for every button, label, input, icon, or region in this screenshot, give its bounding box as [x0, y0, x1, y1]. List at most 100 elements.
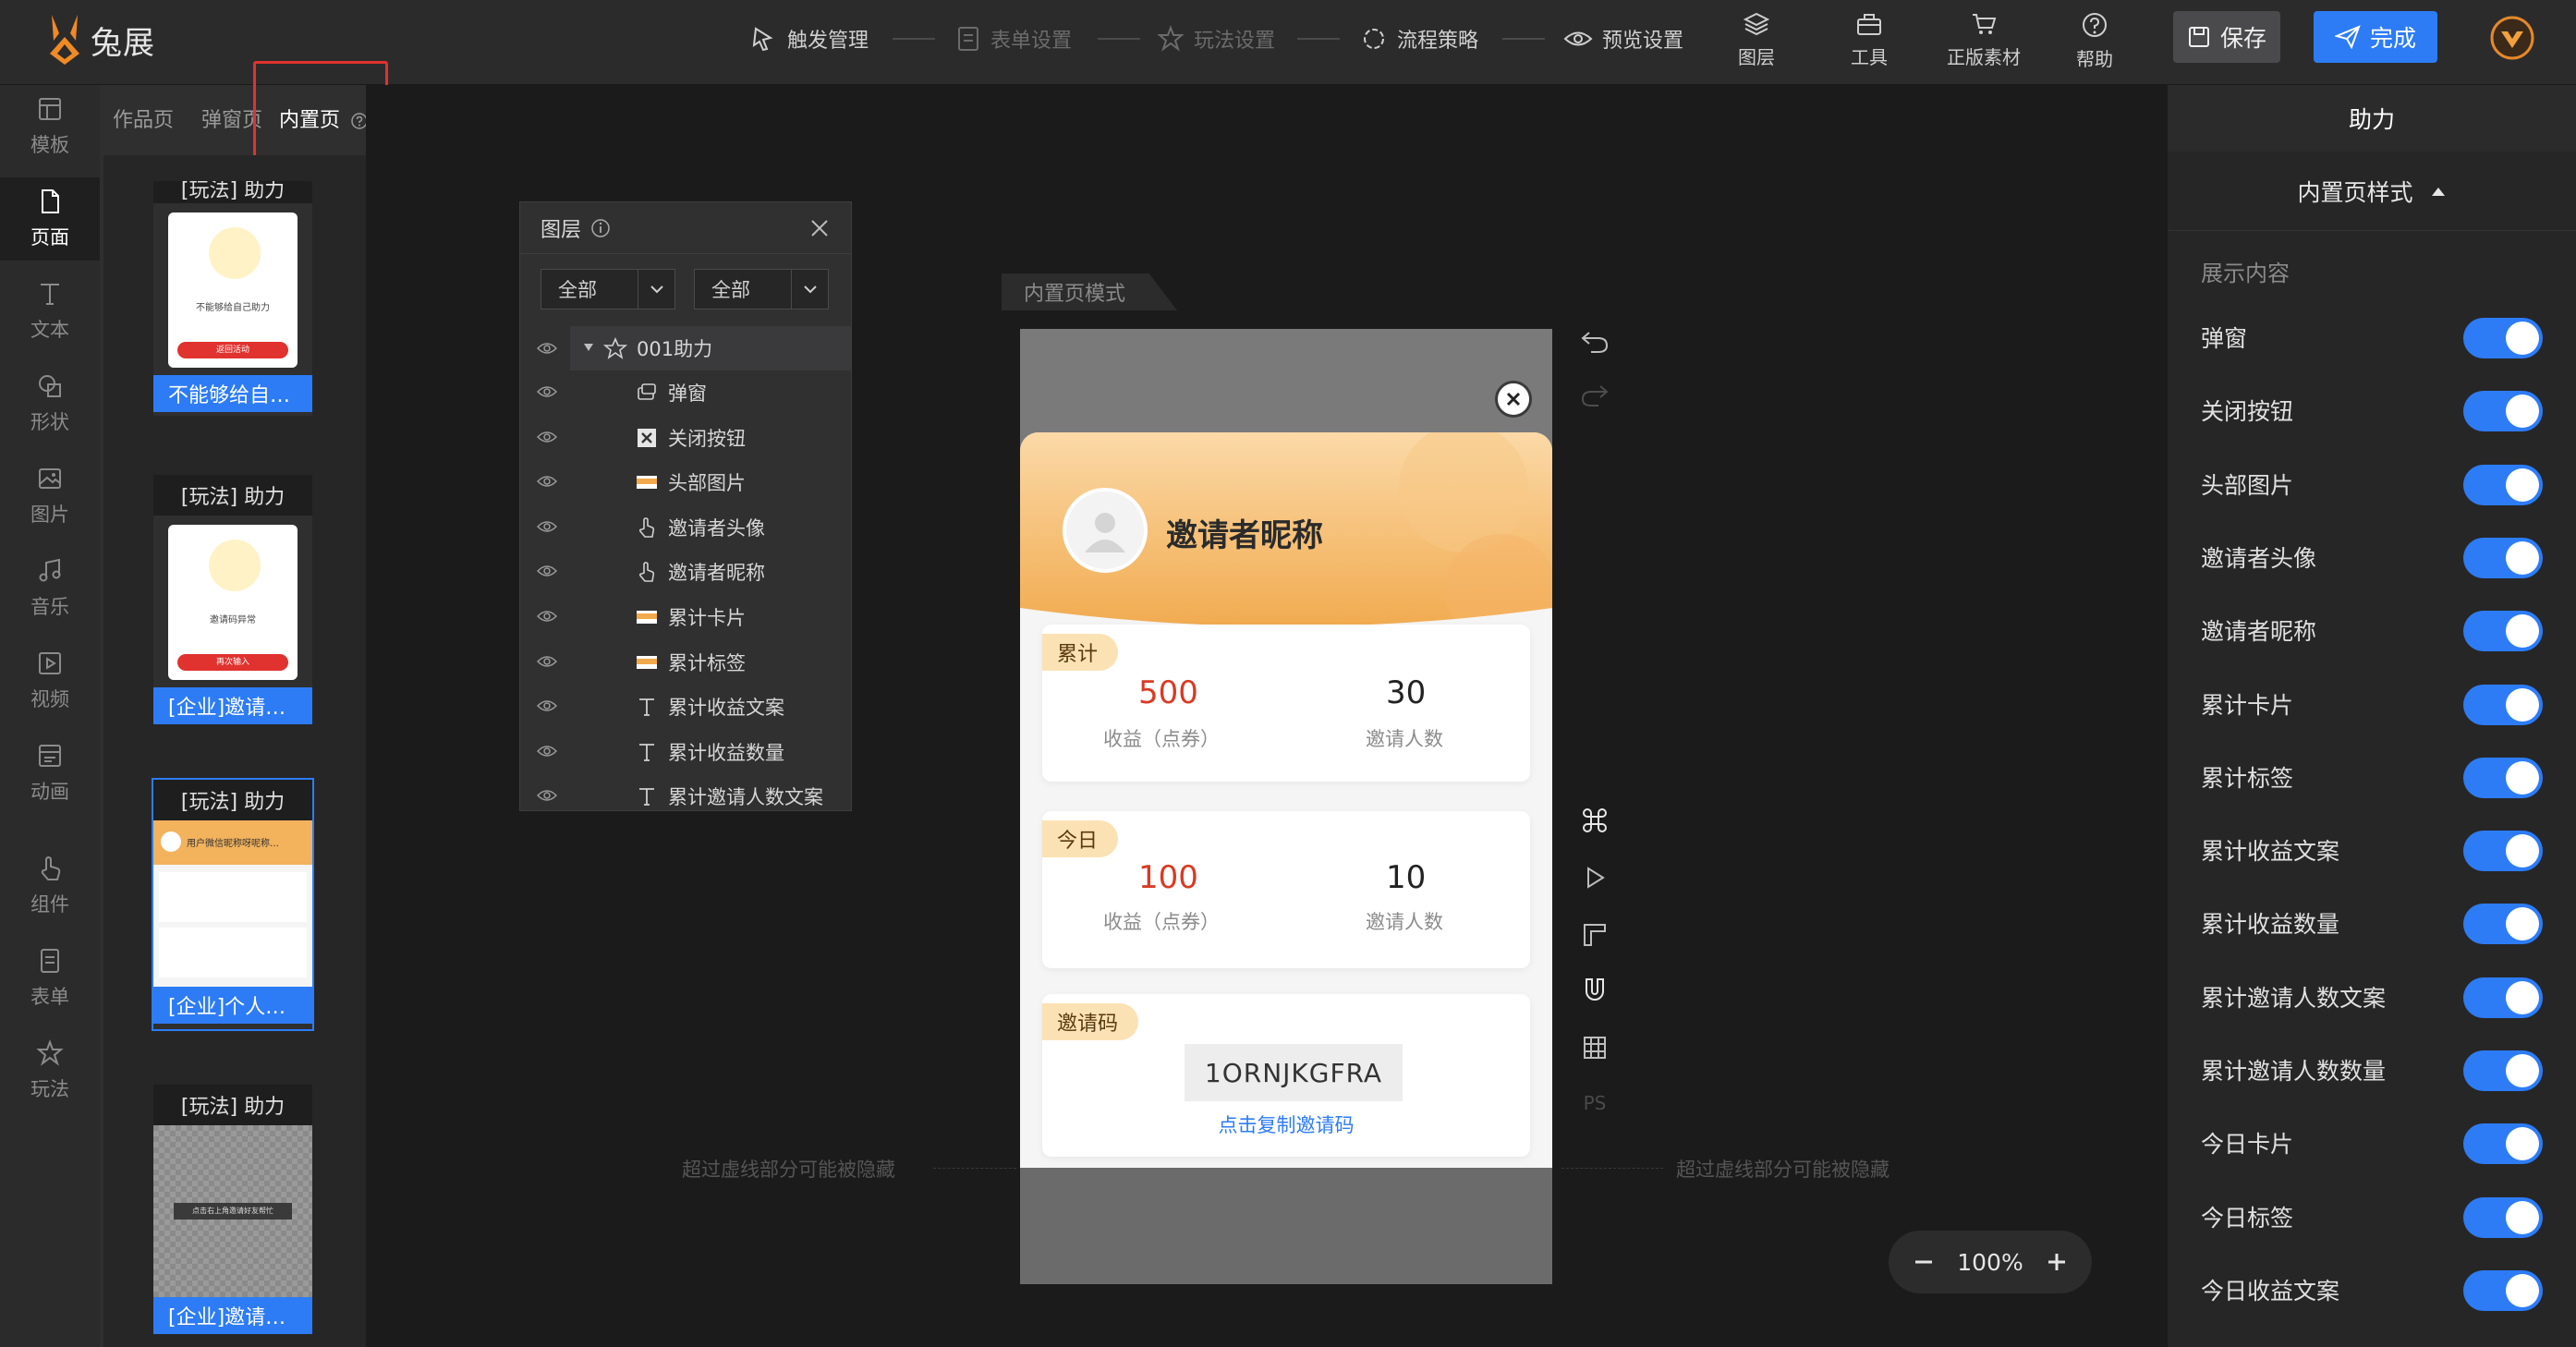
eye-icon[interactable] — [537, 654, 557, 669]
rail-label: 音乐 — [30, 596, 69, 618]
total-tag: 累计 — [1042, 634, 1119, 671]
toggle-switch[interactable] — [2463, 904, 2543, 945]
tool-stock-assets[interactable]: 正版素材 — [1942, 7, 2025, 74]
close-icon[interactable] — [808, 217, 831, 239]
eye-icon[interactable] — [537, 788, 557, 803]
eye-icon[interactable] — [537, 474, 557, 489]
toggle-switch[interactable] — [2463, 977, 2543, 1018]
step-play[interactable]: 玩法设置 — [1157, 20, 1275, 57]
layer-row[interactable]: 弹窗 — [520, 370, 851, 415]
redo-icon — [1581, 385, 1609, 407]
toggle-row: 累计收益数量 — [2201, 900, 2543, 946]
zoom-in-icon[interactable] — [2046, 1251, 2068, 1273]
step-trigger[interactable]: 触发管理 — [750, 20, 869, 57]
eye-icon[interactable] — [537, 519, 557, 534]
page-card[interactable]: [玩法] 助力 不能够给自己助力 返回活动 不能够给自… — [153, 181, 312, 416]
step-preview[interactable]: 预览设置 — [1563, 20, 1683, 57]
close-icon — [638, 428, 656, 447]
device-preview[interactable]: 邀请者昵称 累计 500 收益（点券） 30 邀请人数 今日 100 收益（点券… — [1020, 329, 1552, 1284]
step-flow[interactable]: 流程策略 — [1360, 20, 1478, 57]
layer-group[interactable]: 001助力 — [570, 326, 851, 370]
toggle-switch[interactable] — [2463, 464, 2543, 505]
eye-icon[interactable] — [537, 384, 557, 399]
page-icon — [42, 189, 59, 213]
layer-filter-visibility[interactable]: 全部 — [694, 269, 829, 309]
layer-filter-type[interactable]: 全部 — [541, 269, 675, 309]
toggle-switch[interactable] — [2463, 318, 2543, 358]
toggle-switch[interactable] — [2463, 1196, 2543, 1238]
page-card[interactable]: [玩法] 助力 点击右上角邀请好友帮忙 [企业]邀请… — [153, 1085, 312, 1334]
caret-down-icon[interactable] — [583, 343, 594, 352]
ruler-button[interactable] — [1578, 918, 1611, 952]
toggle-switch[interactable] — [2463, 611, 2543, 652]
display-content-heading: 展示内容 — [2201, 261, 2290, 286]
popup-close-button[interactable] — [1495, 381, 1532, 418]
vip-badge-icon[interactable] — [2489, 15, 2535, 61]
toggle-switch[interactable] — [2463, 1123, 2543, 1165]
eye-icon[interactable] — [537, 341, 557, 356]
toggle-switch[interactable] — [2463, 684, 2543, 725]
step-form[interactable]: 表单设置 — [955, 20, 1072, 57]
zoom-level: 100% — [1957, 1248, 2023, 1276]
rail-text[interactable]: 文本 — [0, 270, 100, 353]
grid-button[interactable] — [1578, 1031, 1611, 1064]
eye-icon[interactable] — [537, 564, 557, 578]
layer-row[interactable]: 累计标签 — [520, 640, 851, 685]
layer-row[interactable]: 邀请者昵称 — [520, 550, 851, 594]
tool-help[interactable]: 帮助 — [2053, 7, 2136, 74]
eye-icon[interactable] — [537, 430, 557, 444]
tool-layers[interactable]: 图层 — [1715, 7, 1798, 74]
rail-play[interactable]: 玩法 — [0, 1029, 100, 1112]
layer-row[interactable]: 累计卡片 — [520, 595, 851, 639]
ps-import-button[interactable]: PS — [1578, 1086, 1611, 1120]
sad-emoji-icon — [209, 540, 261, 591]
toggle-switch[interactable] — [2463, 1050, 2543, 1091]
toggle-switch[interactable] — [2463, 537, 2543, 578]
invite-code-card: 邀请码 1ORNJKGFRA 点击复制邀请码 — [1042, 994, 1530, 1157]
style-section-header[interactable]: 内置页样式 — [2168, 152, 2576, 231]
app-logo[interactable]: 兔展 — [44, 13, 155, 67]
layer-row[interactable]: 累计收益数量 — [520, 730, 851, 774]
eye-icon[interactable] — [537, 744, 557, 758]
zoom-out-icon[interactable] — [1913, 1251, 1935, 1273]
info-icon[interactable] — [590, 218, 611, 238]
copy-code-link[interactable]: 点击复制邀请码 — [1042, 1110, 1530, 1138]
shortcuts-button[interactable] — [1578, 804, 1611, 837]
layer-row[interactable]: 关闭按钮 — [520, 416, 851, 460]
undo-button[interactable] — [1578, 325, 1611, 358]
toggle-label: 弹窗 — [2201, 325, 2248, 352]
form-icon — [958, 27, 978, 51]
layer-row[interactable]: 头部图片 — [520, 460, 851, 504]
rail-animation[interactable]: 动画 — [0, 732, 100, 815]
tool-toolbox[interactable]: 工具 — [1828, 7, 1911, 74]
rail-image[interactable]: 图片 — [0, 455, 100, 538]
page-card-selected[interactable]: [玩法] 助力 用户微信昵称呀呢称… [企业]个人… — [152, 778, 314, 1031]
rail-video[interactable]: 视频 — [0, 639, 100, 722]
rail-template[interactable]: 模板 — [0, 85, 100, 168]
toggle-switch[interactable] — [2463, 391, 2543, 432]
layer-row[interactable]: 累计邀请人数文案 — [520, 774, 851, 819]
rail-music[interactable]: 音乐 — [0, 547, 100, 630]
play-preview-button[interactable] — [1578, 861, 1611, 894]
image-icon — [637, 655, 657, 669]
layer-row[interactable]: 邀请者头像 — [520, 505, 851, 550]
eye-icon[interactable] — [537, 698, 557, 713]
play-icon — [1157, 25, 1185, 52]
rail-component[interactable]: 组件 — [0, 844, 100, 928]
redo-button[interactable] — [1578, 379, 1611, 412]
layer-row[interactable]: 累计收益文案 — [520, 685, 851, 729]
tab-work-pages[interactable]: 作品页 — [113, 103, 174, 133]
rail-shape[interactable]: 形状 — [0, 362, 100, 445]
toggle-knob — [2506, 687, 2539, 722]
eye-icon[interactable] — [537, 609, 557, 624]
toggle-label: 邀请者头像 — [2201, 544, 2317, 572]
magnet-button[interactable] — [1578, 974, 1611, 1007]
toggle-switch[interactable] — [2463, 831, 2543, 872]
page-card[interactable]: [玩法] 助力 邀请码异常 再次输入 [企业]邀请… — [153, 475, 312, 724]
toggle-switch[interactable] — [2463, 1269, 2543, 1311]
done-button[interactable]: 完成 — [2314, 11, 2437, 63]
rail-form[interactable]: 表单 — [0, 937, 100, 1020]
toggle-switch[interactable] — [2463, 757, 2543, 798]
save-button[interactable]: 保存 — [2173, 11, 2280, 63]
rail-page[interactable]: 页面 — [0, 177, 100, 261]
